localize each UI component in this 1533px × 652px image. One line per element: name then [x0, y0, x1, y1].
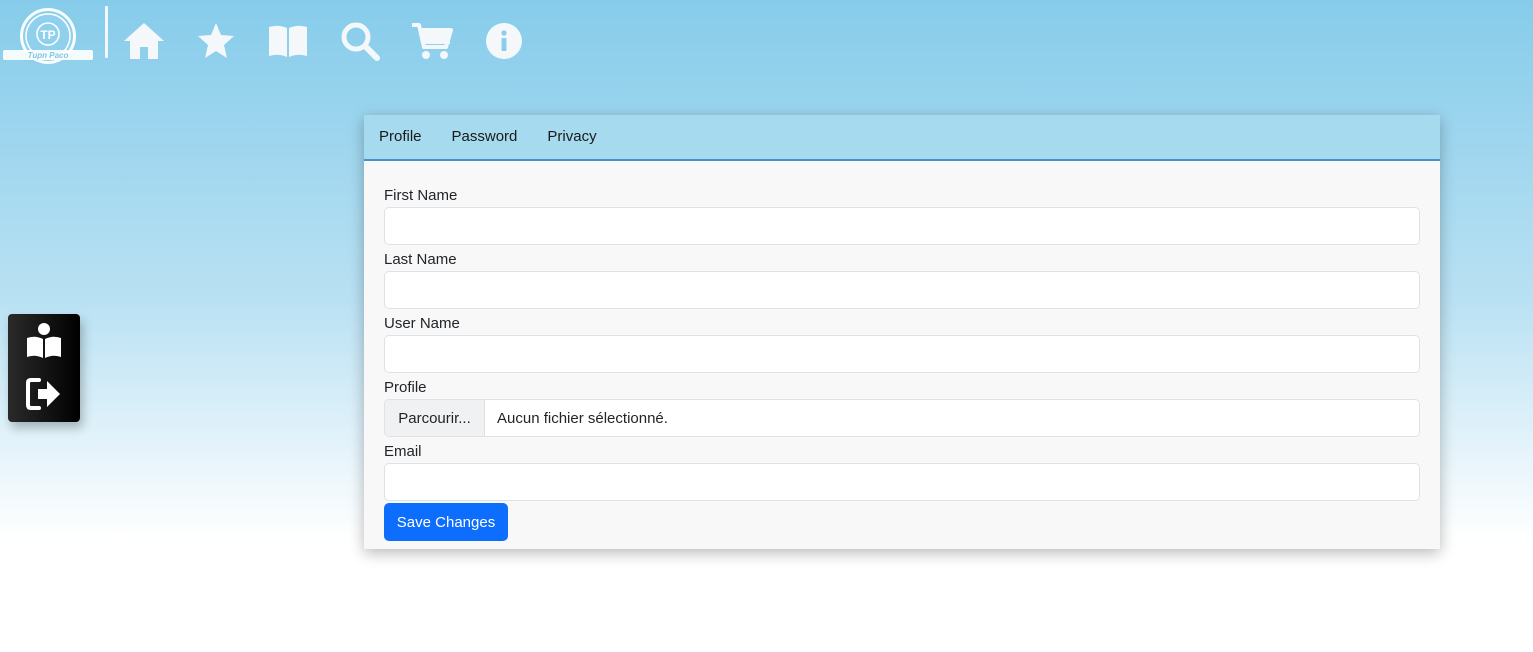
home-icon[interactable] [122, 20, 166, 62]
top-nav: TP Tupn Paco [0, 0, 1533, 82]
cart-icon[interactable] [410, 20, 454, 62]
save-changes-button[interactable]: Save Changes [384, 503, 508, 541]
tab-privacy[interactable]: Privacy [547, 114, 596, 160]
reader-icon[interactable] [24, 320, 64, 360]
side-panel [8, 314, 80, 422]
last-name-input[interactable] [384, 271, 1420, 309]
email-input[interactable] [384, 463, 1420, 501]
profile-picture-label: Profile [384, 379, 427, 396]
tab-password[interactable]: Password [452, 114, 518, 160]
logo-subtext: Tupn Paco [28, 51, 69, 60]
profile-file-input[interactable]: Parcourir... Aucun fichier sélectionné. [384, 399, 1420, 437]
tab-bar: Profile Password Privacy [364, 115, 1440, 161]
user-name-input[interactable] [384, 335, 1420, 373]
star-icon[interactable] [194, 20, 238, 62]
user-name-label: User Name [384, 315, 460, 332]
settings-card: Profile Password Privacy First Name Last… [364, 115, 1440, 549]
logo-text: TP [40, 28, 55, 42]
profile-form: First Name Last Name User Name Profile P… [364, 161, 1440, 541]
email-label: Email [384, 443, 422, 460]
file-status: Aucun fichier sélectionné. [497, 409, 668, 427]
nav-divider [105, 6, 108, 58]
info-icon[interactable] [482, 20, 526, 62]
browse-button[interactable]: Parcourir... [385, 400, 485, 436]
last-name-label: Last Name [384, 251, 457, 268]
logout-icon[interactable] [24, 374, 64, 414]
first-name-label: First Name [384, 187, 458, 204]
book-icon[interactable] [266, 20, 310, 62]
brand-logo[interactable]: TP Tupn Paco [2, 4, 94, 68]
tab-profile[interactable]: Profile [379, 114, 422, 160]
search-icon[interactable] [338, 20, 382, 62]
first-name-input[interactable] [384, 207, 1420, 245]
